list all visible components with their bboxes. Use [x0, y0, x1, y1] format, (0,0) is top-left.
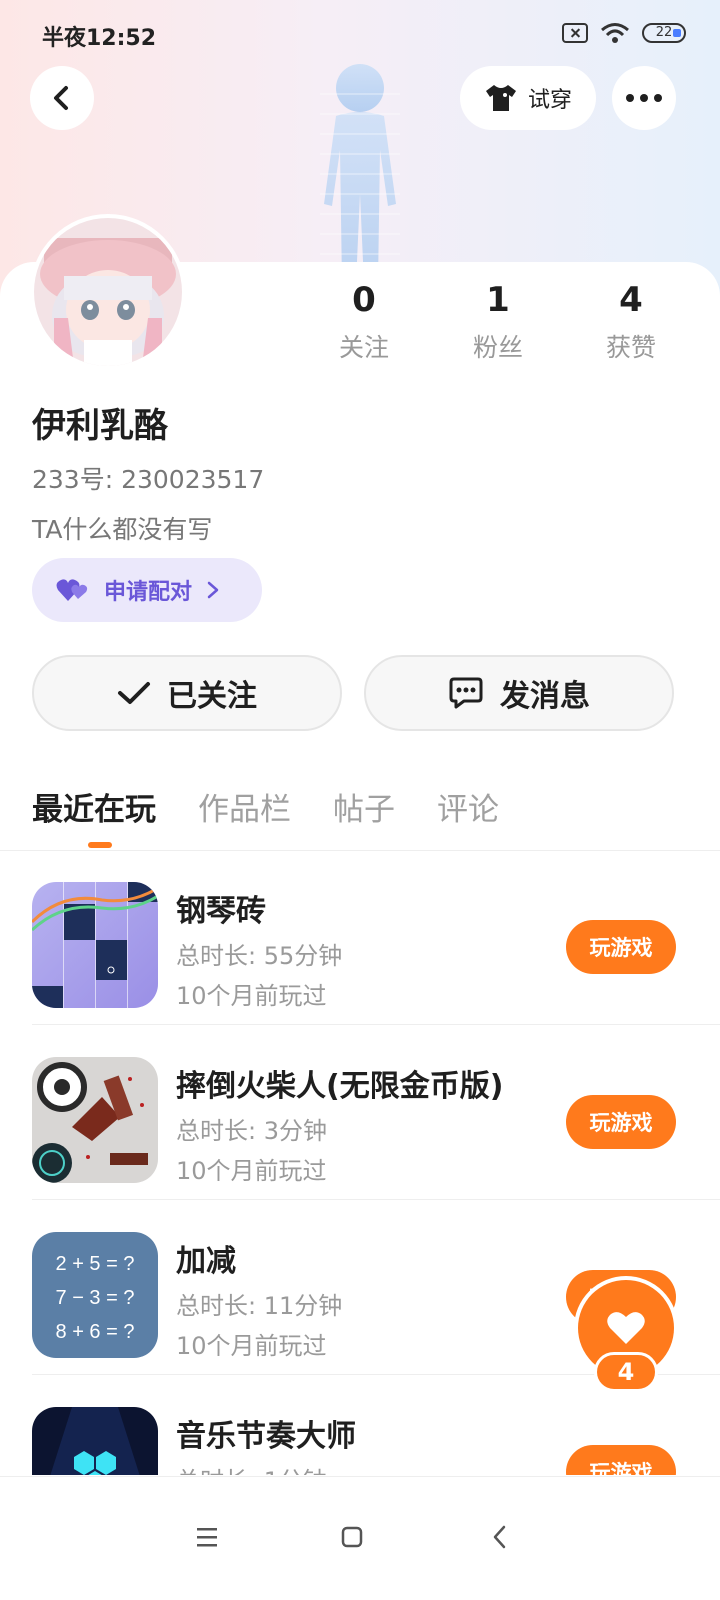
square-icon: [341, 1526, 363, 1548]
profile-tabs: 最近在玩 作品栏 帖子 评论: [32, 784, 499, 848]
battery-icon: 22: [642, 23, 686, 43]
game-duration: 总时长: 1分钟: [176, 1461, 327, 1475]
tab-posts[interactable]: 帖子: [333, 784, 395, 829]
like-count-badge: 4: [594, 1352, 658, 1392]
game-title: 钢琴砖: [176, 894, 266, 929]
status-time: 半夜12:52: [42, 26, 157, 51]
game-title: 摔倒火柴人(无限金币版): [176, 1069, 504, 1104]
tab-comments[interactable]: 评论: [437, 784, 499, 829]
avatar[interactable]: [30, 214, 186, 370]
tab-works[interactable]: 作品栏: [198, 784, 291, 829]
status-bar: 半夜12:52 22: [0, 14, 720, 54]
game-last-played: 10个月前玩过: [176, 982, 327, 1010]
send-message-label: 发消息: [500, 679, 590, 714]
avatar-image: [34, 218, 182, 366]
menu-icon: [197, 1528, 217, 1547]
followed-label: 已关注: [167, 679, 257, 714]
stat-following[interactable]: 0 关注: [304, 280, 424, 364]
game-duration: 总时长: 55分钟: [176, 942, 343, 970]
game-duration: 总时长: 11分钟: [176, 1292, 343, 1320]
double-heart-icon: [56, 579, 88, 601]
more-button[interactable]: [612, 66, 676, 130]
profile-uid[interactable]: 233号: 230023517: [32, 460, 264, 496]
battery-level: 22: [655, 25, 673, 40]
back-button[interactable]: [30, 66, 94, 130]
request-pair-label: 申请配对: [104, 580, 193, 605]
check-icon: [118, 682, 150, 704]
stat-label: 关注: [338, 333, 389, 362]
chat-bubble-icon: [449, 677, 483, 709]
stat-value: 4: [619, 280, 643, 320]
profile-name: 伊利乳酪: [32, 406, 168, 446]
game-duration: 总时长: 3分钟: [176, 1117, 327, 1145]
stickman-icon[interactable]: [32, 1057, 158, 1183]
more-dots-icon: [626, 94, 662, 102]
music-rhythm-icon[interactable]: [32, 1407, 158, 1475]
heart-icon: [607, 1312, 645, 1344]
stat-followers[interactable]: 1 粉丝: [438, 280, 558, 364]
piano-tiles-icon[interactable]: [32, 882, 158, 1008]
game-last-played: 10个月前玩过: [176, 1332, 327, 1360]
play-game-button[interactable]: 玩游戏: [566, 1445, 676, 1475]
game-title: 音乐节奏大师: [176, 1419, 356, 1454]
list-item[interactable]: 钢琴砖 总时长: 55分钟 10个月前玩过 玩游戏: [0, 850, 720, 1025]
math-line-2: 7 − 3 = ?: [56, 1287, 135, 1309]
play-game-button[interactable]: 玩游戏: [566, 1095, 676, 1149]
profile-bio: TA什么都没有写: [32, 515, 213, 544]
try-on-label: 试穿: [527, 88, 572, 113]
stat-value: 0: [352, 280, 376, 320]
send-message-button[interactable]: 发消息: [364, 655, 674, 731]
request-pair-button[interactable]: 申请配对: [32, 558, 262, 622]
math-line-1: 2 + 5 = ?: [56, 1253, 135, 1275]
chevron-left-icon: [493, 1525, 506, 1549]
stat-label: 获赞: [605, 333, 656, 362]
stat-likes[interactable]: 4 获赞: [571, 280, 691, 364]
game-last-played: 10个月前玩过: [176, 1157, 327, 1185]
chevron-left-icon: [54, 86, 68, 110]
list-item[interactable]: 摔倒火柴人(无限金币版) 总时长: 3分钟 10个月前玩过 玩游戏: [0, 1025, 720, 1200]
tab-recently-played[interactable]: 最近在玩: [32, 784, 156, 848]
try-on-button[interactable]: 试穿: [460, 66, 596, 130]
nav-back-button[interactable]: [470, 1507, 530, 1567]
game-title: 加减: [176, 1244, 236, 1279]
nav-home-button[interactable]: [322, 1507, 382, 1567]
wifi-icon: [601, 23, 629, 43]
nav-menu-button[interactable]: [177, 1507, 237, 1567]
chevron-right-icon: [207, 581, 219, 599]
math-icon[interactable]: 2 + 5 = ? 7 − 3 = ? 8 + 6 = ?: [32, 1232, 158, 1358]
play-game-button[interactable]: 玩游戏: [566, 920, 676, 974]
avatar-figure-illustration: [320, 64, 400, 284]
stat-label: 粉丝: [472, 333, 523, 362]
stat-value: 1: [486, 280, 510, 320]
system-nav-bar: [0, 1476, 720, 1600]
tshirt-icon: [485, 85, 516, 111]
math-line-3: 8 + 6 = ?: [56, 1321, 135, 1343]
followed-button[interactable]: 已关注: [32, 655, 342, 731]
no-sim-icon: [562, 23, 588, 43]
